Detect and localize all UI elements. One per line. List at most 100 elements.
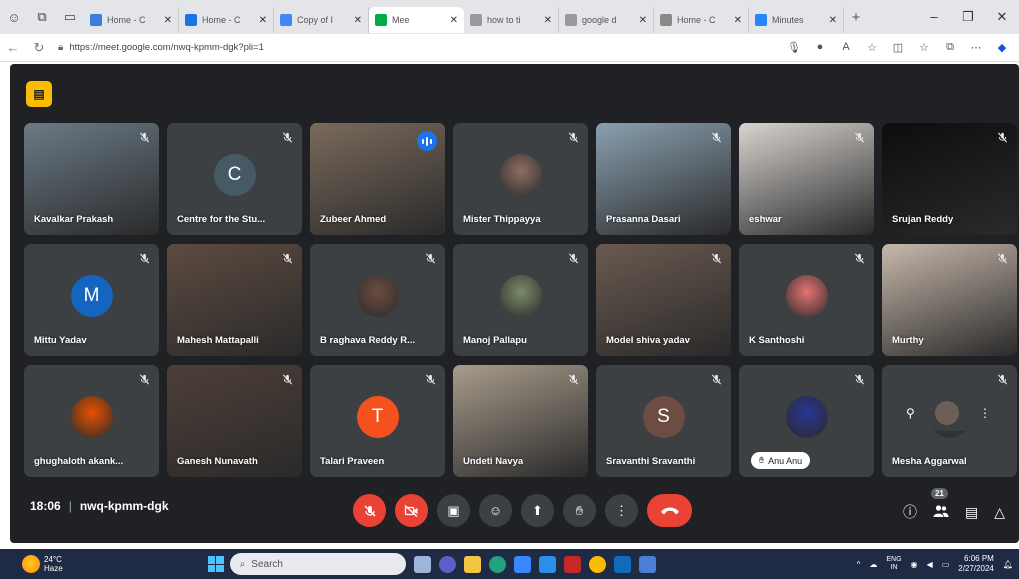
participant-tile[interactable]: Prasanna Dasari: [596, 123, 731, 235]
tab-close-icon[interactable]: ✕: [544, 15, 552, 26]
tab-close-icon[interactable]: ✕: [734, 15, 742, 26]
present-screen-button[interactable]: ⬆: [521, 494, 554, 527]
participant-avatar: M: [70, 274, 113, 317]
taskbar-search-box[interactable]: ⌕ Search: [229, 553, 406, 575]
participant-tile[interactable]: Kavalkar Prakash: [24, 123, 159, 235]
refresh-icon[interactable]: ↻: [26, 40, 52, 56]
emoji-reactions-button[interactable]: ☺: [479, 494, 512, 527]
participant-tile[interactable]: K Santhoshi: [739, 244, 874, 356]
close-window-icon[interactable]: ✕: [985, 9, 1019, 25]
pin-icon[interactable]: ⚲: [906, 406, 915, 420]
browser-tab[interactable]: Home - C ✕: [84, 7, 179, 33]
browser-tab[interactable]: Copy of I ✕: [274, 7, 369, 33]
participant-tile[interactable]: ✋︎ Anu Anu: [739, 365, 874, 477]
tile-more-icon[interactable]: ⋮: [979, 406, 991, 420]
leave-call-button[interactable]: [647, 494, 692, 527]
muted-mic-icon: [854, 132, 865, 146]
raise-hand-button[interactable]: ✋︎: [563, 494, 596, 527]
tab-close-icon[interactable]: ✕: [639, 15, 647, 26]
browser-tab[interactable]: Mee ✕: [369, 7, 464, 33]
activities-icon[interactable]: △: [994, 504, 1005, 521]
read-aloud-icon[interactable]: A: [833, 41, 859, 54]
more-options-button[interactable]: ⋮: [605, 494, 638, 527]
camera-toggle-button[interactable]: [395, 494, 428, 527]
chrome-icon[interactable]: [588, 555, 606, 573]
browser-tab[interactable]: google d ✕: [559, 7, 654, 33]
participant-tile[interactable]: ghughaloth akank...: [24, 365, 159, 477]
tab-favicon-icon: [470, 14, 482, 26]
task-view-icon[interactable]: [413, 555, 431, 573]
chat-icon[interactable]: ▤: [965, 504, 978, 521]
edge-browser-icon[interactable]: [488, 555, 506, 573]
participant-tile[interactable]: Srujan Reddy: [882, 123, 1017, 235]
participant-tile[interactable]: Model shiva yadav: [596, 244, 731, 356]
notifications-icon[interactable]: 🔔︎: [1003, 560, 1013, 569]
participant-tile[interactable]: C Centre for the Stu...: [167, 123, 302, 235]
onedrive-icon[interactable]: ☁: [869, 560, 877, 569]
participant-tile[interactable]: S Sravanthi Sravanthi: [596, 365, 731, 477]
browser-tab[interactable]: Home - C ✕: [654, 7, 749, 33]
start-button-icon[interactable]: [207, 556, 224, 572]
tab-close-icon[interactable]: ✕: [829, 15, 837, 26]
muted-mic-icon: [711, 132, 722, 146]
extensions-icon[interactable]: ⋯: [963, 41, 989, 54]
captions-badge-icon[interactable]: ▤: [26, 81, 52, 107]
outlook-icon[interactable]: [613, 555, 631, 573]
mail-icon[interactable]: [638, 555, 656, 573]
participant-tile[interactable]: Manoj Pallapu: [453, 244, 588, 356]
minimize-icon[interactable]: –: [917, 9, 951, 25]
wifi-icon[interactable]: ◉: [911, 560, 918, 569]
copilot-icon[interactable]: ◆: [989, 41, 1015, 54]
participant-tile[interactable]: Undeti Navya: [453, 365, 588, 477]
workspaces-icon[interactable]: ⧉: [28, 0, 56, 34]
participant-name: Kavalkar Prakash: [34, 214, 114, 225]
participant-tile[interactable]: eshwar: [739, 123, 874, 235]
url-field[interactable]: 🔒︎ https://meet.google.com/nwq-kpmm-dgk?…: [58, 38, 658, 58]
profile-icon[interactable]: ☺: [0, 0, 28, 34]
meeting-details-icon[interactable]: ⓘ: [903, 502, 917, 522]
back-icon[interactable]: ←: [0, 40, 26, 55]
tab-close-icon[interactable]: ✕: [354, 15, 362, 26]
split-screen-icon[interactable]: ◫: [885, 41, 911, 54]
muted-mic-icon: [711, 374, 722, 388]
browser-tab[interactable]: how to ti ✕: [464, 7, 559, 33]
tab-close-icon[interactable]: ✕: [259, 15, 267, 26]
participant-tile[interactable]: Mahesh Mattapalli: [167, 244, 302, 356]
browser-tab[interactable]: Minutes ✕: [749, 7, 844, 33]
photos-icon[interactable]: [538, 555, 556, 573]
people-icon[interactable]: 21: [930, 487, 949, 521]
battery-icon[interactable]: ▭: [942, 560, 950, 569]
tab-close-icon[interactable]: ✕: [450, 15, 458, 26]
participant-tile[interactable]: T Talari Praveen: [310, 365, 445, 477]
volume-icon[interactable]: ◀: [927, 560, 933, 569]
clock[interactable]: 6:06 PM 2/27/2024: [958, 554, 994, 574]
show-hidden-icons-icon[interactable]: ^: [857, 560, 861, 569]
favorites-icon[interactable]: ☆: [911, 41, 937, 54]
favorite-star-icon[interactable]: ☆: [859, 41, 885, 54]
participant-tile[interactable]: ⚲ ⋮ Mesha Aggarwal: [882, 365, 1017, 477]
tab-close-icon[interactable]: ✕: [164, 15, 172, 26]
url-text: https://meet.google.com/nwq-kpmm-dgk?pli…: [69, 42, 264, 53]
participant-name: Ganesh Nunavath: [177, 456, 258, 467]
chat-app-icon[interactable]: [438, 555, 456, 573]
tab-actions-icon[interactable]: ▭: [56, 0, 84, 34]
participant-tile[interactable]: Mister Thippayya: [453, 123, 588, 235]
participant-tile[interactable]: Ganesh Nunavath: [167, 365, 302, 477]
camera-permission-icon[interactable]: ●: [807, 41, 833, 54]
mic-toggle-button[interactable]: [353, 494, 386, 527]
mic-permission-icon[interactable]: 🎙︎: [781, 41, 807, 54]
browser-tab[interactable]: Home - C ✕: [179, 7, 274, 33]
captions-button[interactable]: ▣: [437, 494, 470, 527]
weather-widget[interactable]: 24°C Haze: [22, 555, 63, 573]
file-explorer-icon[interactable]: [463, 555, 481, 573]
store-icon[interactable]: [513, 555, 531, 573]
mcafee-icon[interactable]: [563, 555, 581, 573]
participant-tile[interactable]: B raghava Reddy R...: [310, 244, 445, 356]
new-tab-button[interactable]: +: [844, 9, 868, 26]
participant-tile[interactable]: Zubeer Ahmed: [310, 123, 445, 235]
participant-tile[interactable]: M Mittu Yadav: [24, 244, 159, 356]
language-indicator[interactable]: ENG IN: [886, 556, 901, 572]
restore-icon[interactable]: ❐: [951, 9, 985, 25]
collections-icon[interactable]: ⧉: [937, 41, 963, 54]
participant-tile[interactable]: Murthy: [882, 244, 1017, 356]
